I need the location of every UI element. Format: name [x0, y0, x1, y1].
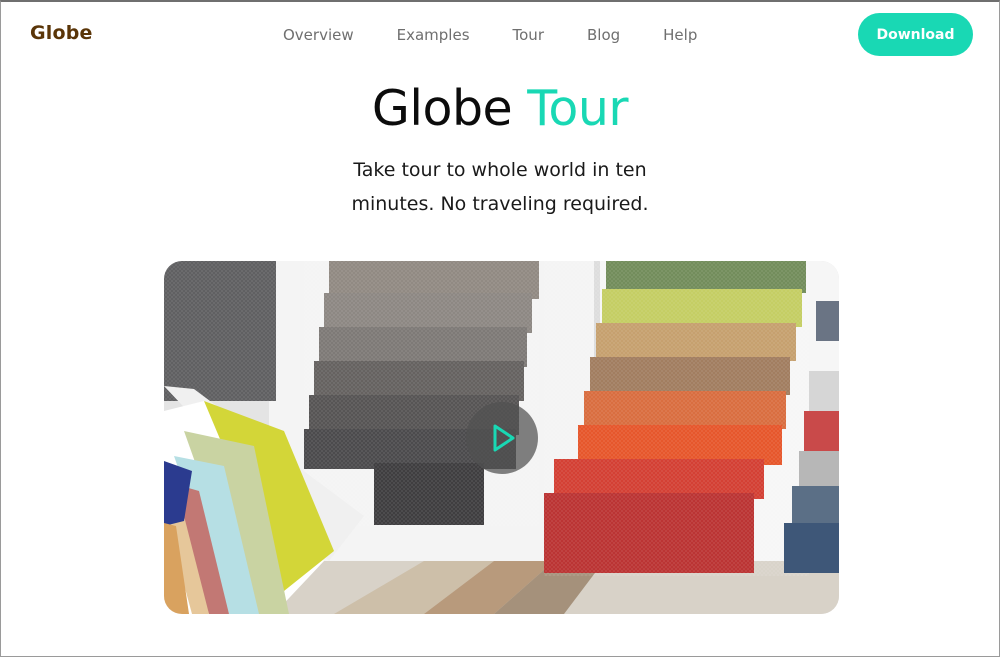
- hero-title-main: Globe: [371, 80, 513, 137]
- logo[interactable]: Globe: [30, 22, 93, 44]
- nav-blog[interactable]: Blog: [587, 26, 620, 44]
- hero-subtitle-line-1: Take tour to whole world in ten: [353, 159, 647, 181]
- nav-examples[interactable]: Examples: [397, 26, 470, 44]
- hero-subtitle-line-2: minutes. No traveling required.: [351, 193, 649, 215]
- nav-help[interactable]: Help: [663, 26, 697, 44]
- main-nav: Overview Examples Tour Blog Help: [283, 26, 697, 44]
- download-button[interactable]: Download: [858, 13, 973, 56]
- video-thumbnail[interactable]: [164, 261, 839, 614]
- nav-overview[interactable]: Overview: [283, 26, 354, 44]
- play-button[interactable]: [466, 402, 538, 474]
- hero-subtitle: Take tour to whole world in ten minutes.…: [0, 153, 1000, 221]
- play-icon: [493, 424, 515, 452]
- hero-title-accent: Tour: [527, 80, 629, 137]
- hero-title: Globe Tour: [0, 80, 1000, 137]
- site-header: Globe Overview Examples Tour Blog Help D…: [0, 0, 1000, 70]
- nav-tour[interactable]: Tour: [513, 26, 544, 44]
